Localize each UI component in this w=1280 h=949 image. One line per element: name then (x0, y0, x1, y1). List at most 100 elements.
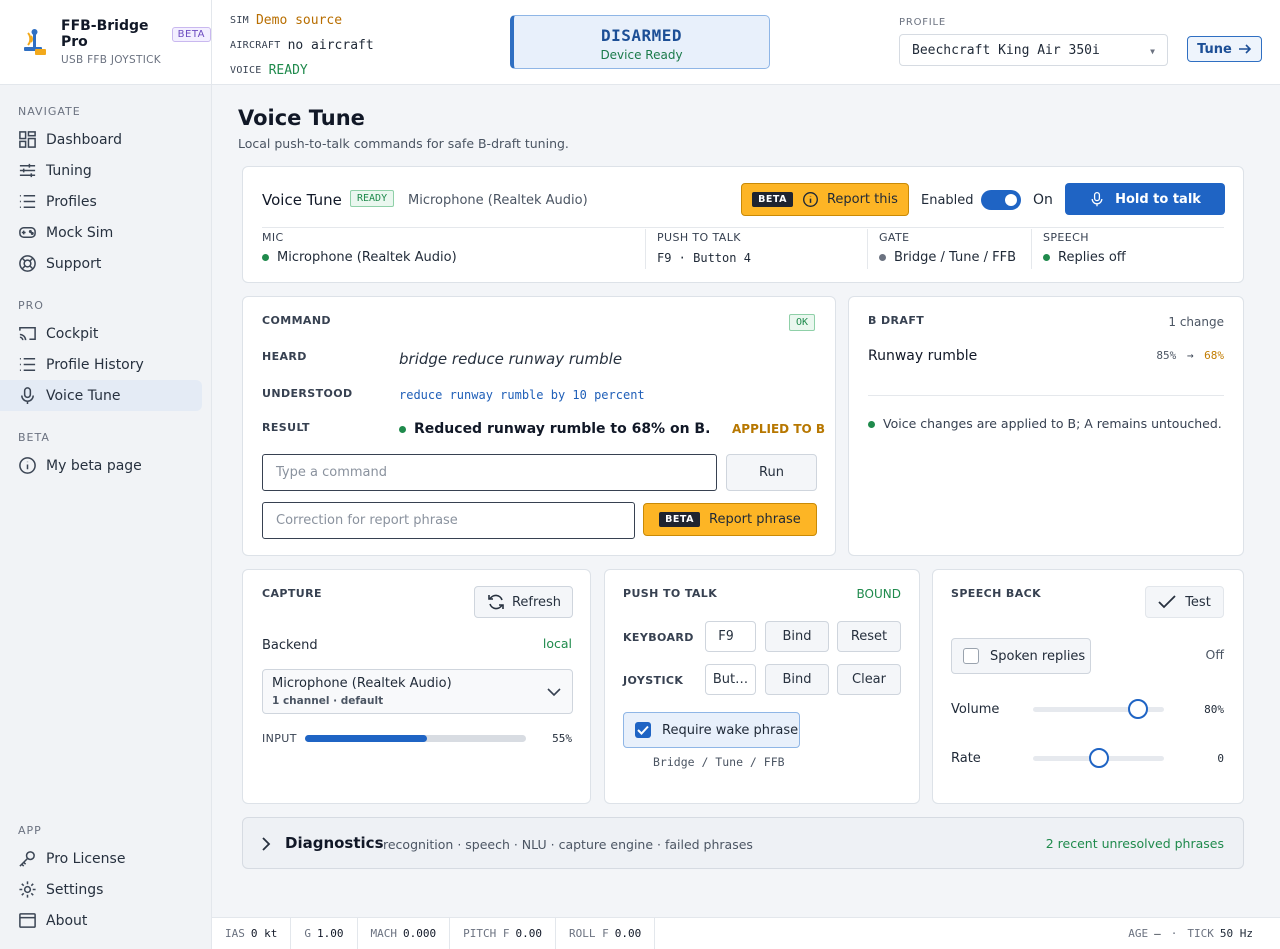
diagnostics-subtitle: recognition · speech · NLU · capture eng… (383, 837, 753, 852)
sidebar-item-pro-license[interactable]: Pro License (0, 843, 202, 874)
sidebar-label: Profiles (46, 193, 97, 210)
tune-label: Tune (1197, 41, 1232, 57)
sidebar-item-dashboard[interactable]: Dashboard (0, 124, 202, 155)
joystick-bind-button[interactable]: Bind (765, 664, 829, 695)
volume-label: Volume (951, 702, 1000, 717)
list-icon (19, 195, 36, 208)
sim-value: Demo source (255, 13, 343, 28)
volume-value: 80% (1204, 703, 1224, 716)
separator: · (1170, 927, 1178, 940)
spoken-replies-checkbox[interactable]: Spoken replies (951, 638, 1091, 674)
sidebar-item-mock-sim[interactable]: Mock Sim (0, 217, 202, 248)
sidebar-item-support[interactable]: Support (0, 248, 202, 279)
volume-slider-handle[interactable] (1127, 699, 1148, 719)
capture-label: CAPTURE (262, 587, 322, 600)
profile-value: Beechcraft King Air 350i (912, 42, 1100, 58)
sidebar-item-tuning[interactable]: Tuning (0, 155, 202, 186)
beta-tag: BETA (752, 192, 793, 207)
capture-card: CAPTURE Refresh Backend local Microphone… (242, 569, 591, 804)
sidebar-label: Tuning (46, 162, 92, 179)
ptt-label: PUSH TO TALK (657, 231, 741, 244)
sidebar-item-voice-tune[interactable]: Voice Tune (0, 380, 202, 411)
brand-subtitle: USB FFB JOYSTICK (61, 54, 161, 66)
ptt-value: F9 · Button 4 (657, 251, 751, 265)
rate-label: Rate (951, 751, 981, 766)
enabled-toggle[interactable] (981, 190, 1021, 210)
understood-text: reduce runway rumble by 10 percent (399, 388, 645, 402)
draft-note: Voice changes are applied to B; A remain… (883, 416, 1222, 431)
arm-state-title: DISARMED (600, 26, 683, 45)
refresh-button[interactable]: Refresh (474, 586, 573, 618)
input-percent: 55% (552, 732, 572, 745)
info-icon (802, 192, 818, 207)
sidebar-item-settings[interactable]: Settings (0, 874, 202, 905)
command-input[interactable]: Type a command (262, 454, 717, 491)
checkbox-checked-icon (635, 722, 651, 738)
command-card: COMMAND OK HEARD bridge reduce runway ru… (242, 296, 836, 556)
sidebar-item-profile-history[interactable]: Profile History (0, 349, 202, 380)
speech-label: SPEECH (1043, 231, 1089, 244)
caret-down-icon: ▼ (1150, 47, 1155, 56)
keyboard-reset-button[interactable]: Reset (837, 621, 901, 652)
tick-key: TICK (1187, 927, 1214, 940)
rate-slider-handle[interactable] (1088, 748, 1109, 768)
input-label: INPUT (262, 732, 297, 745)
aircraft-value: no aircraft (287, 38, 374, 53)
report-phrase-button[interactable]: BETA Report phrase (643, 503, 817, 536)
hold-to-talk-button[interactable]: Hold to talk (1065, 183, 1225, 215)
sidebar-item-my-beta-page[interactable]: My beta page (0, 450, 202, 481)
sim-status: SIM Demo source AIRCRAFT no aircraft VOICE… (230, 8, 374, 83)
sidebar: FFB-Bridge Pro BETA USB FFB JOYSTICK NAVI… (0, 0, 212, 949)
nav-section-navigate: NAVIGATE (18, 105, 81, 118)
correction-placeholder: Correction for report phrase (276, 513, 458, 528)
device-select[interactable]: Microphone (Realtek Audio) 1 channel · d… (262, 669, 573, 714)
keyboard-bind-button[interactable]: Bind (765, 621, 829, 652)
diagnostics-panel[interactable]: Diagnostics recognition · speech · NLU ·… (242, 817, 1244, 869)
wake-phrase-text: Bridge / Tune / FFB (653, 755, 785, 769)
tune-button[interactable]: Tune (1187, 36, 1262, 62)
beta-badge: BETA (171, 26, 211, 42)
bound-status: BOUND (856, 587, 901, 601)
info-icon (19, 457, 36, 474)
report-phrase-label: Report phrase (709, 512, 801, 527)
telemetry-status-bar: IAS 0 kt G 1.00 MACH 0.000 PITCH F 0.00 ROLL… (212, 917, 1280, 949)
test-button[interactable]: Test (1145, 586, 1224, 618)
mic-value: Microphone (Realtek Audio) (277, 250, 457, 265)
sidebar-label: Cockpit (46, 325, 99, 342)
keyboard-key-field[interactable]: F9 (705, 621, 756, 652)
profile-select[interactable]: Beechcraft King Air 350i ▼ (899, 34, 1168, 66)
check-icon (1158, 595, 1176, 609)
joystick-logo-icon (20, 27, 48, 57)
correction-input[interactable]: Correction for report phrase (262, 502, 635, 539)
mach-key: MACH (370, 927, 398, 940)
sidebar-item-cockpit[interactable]: Cockpit (0, 318, 202, 349)
joystick-label: JOYSTICK (623, 674, 684, 687)
refresh-icon (488, 594, 504, 610)
command-placeholder: Type a command (276, 465, 387, 480)
page-title: Voice Tune (238, 106, 365, 130)
page-subtitle: Local push-to-talk commands for safe B-d… (238, 136, 569, 151)
joystick-clear-button[interactable]: Clear (837, 664, 901, 695)
sidebar-label: Voice Tune (46, 387, 121, 404)
sidebar-item-about[interactable]: About (0, 905, 202, 936)
draft-to: 68% (1204, 349, 1224, 362)
arm-state-sub: Device Ready (600, 48, 683, 62)
window-icon (19, 913, 36, 928)
ready-badge: READY (350, 190, 395, 207)
wake-phrase-checkbox[interactable]: Require wake phrase (623, 712, 800, 748)
arm-state-indicator[interactable]: DISARMED Device Ready (510, 15, 770, 69)
backend-value: local (542, 636, 572, 651)
pitch-key: PITCH F (463, 927, 510, 940)
report-this-button[interactable]: BETA Report this (741, 183, 909, 216)
run-button[interactable]: Run (726, 454, 817, 491)
speech-back-card: SPEECH BACK Test Spoken replies Off Volu… (932, 569, 1244, 804)
sidebar-item-profiles[interactable]: Profiles (0, 186, 202, 217)
sidebar-label: Settings (46, 881, 104, 898)
heard-label: HEARD (262, 350, 307, 363)
joystick-button-field[interactable]: But… (705, 664, 756, 695)
arrow-right-icon (1238, 44, 1252, 54)
g-key: G (304, 927, 311, 940)
voice-tune-card: Voice Tune READY Microphone (Realtek Aud… (242, 166, 1244, 283)
b-draft-label: B DRAFT (868, 314, 925, 327)
speech-value: Replies off (1058, 250, 1126, 265)
